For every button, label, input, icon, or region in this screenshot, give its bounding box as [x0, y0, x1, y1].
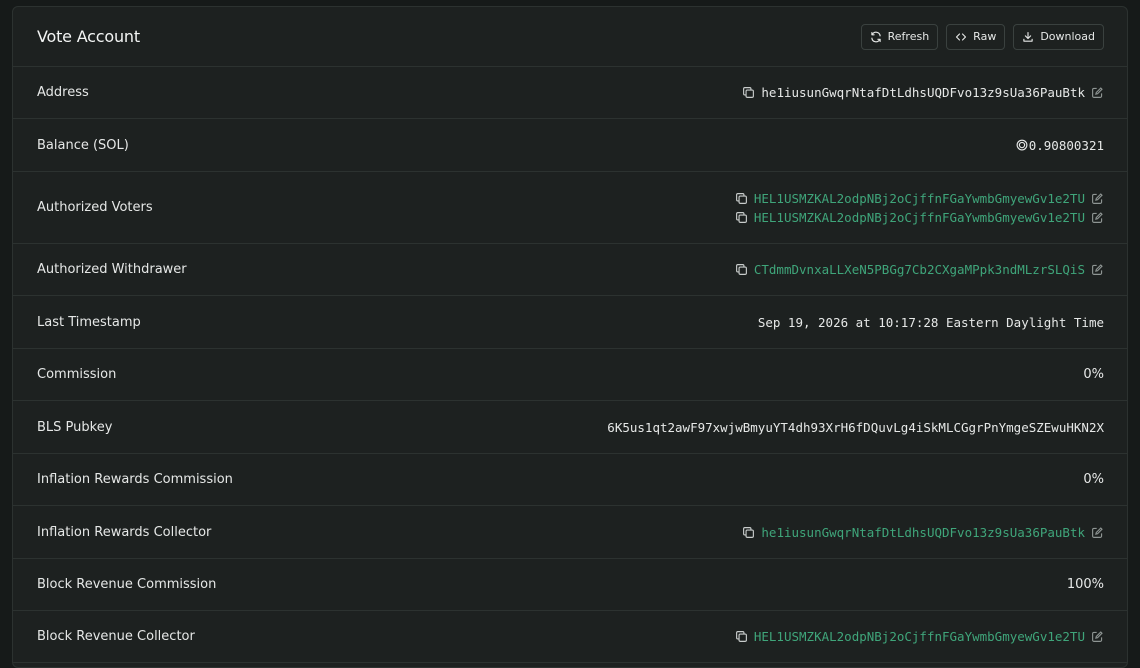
- row-balance: Balance (SOL) 0.90800321: [13, 119, 1127, 172]
- download-button[interactable]: Download: [1013, 23, 1104, 50]
- inflation-rewards-collector-link[interactable]: he1iusunGwqrNtafDtLdhsUQDFvo13z9sUa36Pau…: [761, 525, 1085, 540]
- raw-button[interactable]: Raw: [946, 23, 1006, 50]
- code-icon: [956, 32, 967, 41]
- copy-icon[interactable]: [735, 263, 748, 276]
- inflation-rewards-commission-value: 0%: [1083, 472, 1104, 487]
- address-value: he1iusunGwqrNtafDtLdhsUQDFvo13z9sUa36Pau…: [742, 85, 1104, 100]
- edit-icon[interactable]: [1091, 211, 1104, 224]
- header-actions: Refresh Raw Download: [860, 23, 1104, 50]
- sol-icon: [1016, 139, 1028, 151]
- last-timestamp-label: Last Timestamp: [37, 314, 141, 330]
- authorized-voter-link[interactable]: HEL1USMZKAL2odpNBj2oCjffnFGaYwmbGmyewGv1…: [754, 191, 1085, 206]
- row-bls-pubkey: BLS Pubkey 6K5us1qt2awF97xwjwBmyuYT4dh93…: [13, 401, 1127, 454]
- balance-text: 0.90800321: [1028, 137, 1104, 153]
- block-revenue-commission-value: 100%: [1066, 577, 1104, 592]
- edit-icon[interactable]: [1091, 526, 1104, 539]
- copy-icon[interactable]: [742, 86, 755, 99]
- block-revenue-collector-link[interactable]: HEL1USMZKAL2odpNBj2oCjffnFGaYwmbGmyewGv1…: [754, 629, 1085, 644]
- download-icon: [1023, 31, 1033, 42]
- bls-pubkey-value: 6K5us1qt2awF97xwjwBmyuYT4dh93XrH6fDQuvLg…: [607, 419, 1104, 435]
- inflation-rewards-commission-label: Inflation Rewards Commission: [37, 472, 233, 487]
- row-commission: Commission 0%: [13, 349, 1127, 401]
- last-timestamp-value: Sep 19, 2026 at 10:17:28 Eastern Dayligh…: [757, 314, 1104, 330]
- refresh-icon: [870, 31, 881, 42]
- address-label: Address: [37, 85, 89, 100]
- authorized-withdrawer-value: CTdmmDvnxaLLXeN5PBGg7Cb2CXgaMPpk3ndMLzrS…: [735, 262, 1104, 277]
- download-label: Download: [1040, 30, 1095, 43]
- authorized-voter-item: HEL1USMZKAL2odpNBj2oCjffnFGaYwmbGmyewGv1…: [735, 210, 1104, 225]
- inflation-rewards-collector-value: he1iusunGwqrNtafDtLdhsUQDFvo13z9sUa36Pau…: [742, 525, 1104, 540]
- row-inflation-rewards-commission: Inflation Rewards Commission 0%: [13, 454, 1127, 506]
- authorized-voters-label: Authorized Voters: [37, 200, 153, 215]
- authorized-voters-list: HEL1USMZKAL2odpNBj2oCjffnFGaYwmbGmyewGv1…: [735, 191, 1104, 225]
- row-authorized-voters: Authorized Voters HEL1USMZKAL2odpNBj2oCj…: [13, 172, 1127, 244]
- raw-label: Raw: [973, 30, 997, 43]
- row-block-revenue-commission: Block Revenue Commission 100%: [13, 559, 1127, 611]
- row-authorized-withdrawer: Authorized Withdrawer CTdmmDvnxaLLXeN5PB…: [13, 244, 1127, 296]
- card-header: Vote Account Refresh Raw Download: [13, 7, 1127, 67]
- address-text: he1iusunGwqrNtafDtLdhsUQDFvo13z9sUa36Pau…: [761, 85, 1085, 100]
- row-last-timestamp: Last Timestamp Sep 19, 2026 at 10:17:28 …: [13, 296, 1127, 349]
- edit-icon[interactable]: [1091, 263, 1104, 276]
- refresh-button[interactable]: Refresh: [860, 23, 939, 50]
- authorized-withdrawer-label: Authorized Withdrawer: [37, 262, 187, 277]
- edit-icon[interactable]: [1091, 630, 1104, 643]
- block-revenue-collector-value: HEL1USMZKAL2odpNBj2oCjffnFGaYwmbGmyewGv1…: [735, 629, 1104, 644]
- authorized-withdrawer-link[interactable]: CTdmmDvnxaLLXeN5PBGg7Cb2CXgaMPpk3ndMLzrS…: [754, 262, 1085, 277]
- copy-icon[interactable]: [735, 211, 748, 224]
- edit-icon[interactable]: [1091, 192, 1104, 205]
- bls-pubkey-label: BLS Pubkey: [37, 419, 113, 435]
- row-address: Address he1iusunGwqrNtafDtLdhsUQDFvo13z9…: [13, 67, 1127, 119]
- refresh-label: Refresh: [887, 30, 930, 43]
- commission-label: Commission: [37, 367, 117, 382]
- row-block-revenue-collector: Block Revenue Collector HEL1USMZKAL2odpN…: [13, 611, 1127, 663]
- block-revenue-collector-label: Block Revenue Collector: [37, 629, 195, 644]
- copy-icon[interactable]: [742, 526, 755, 539]
- row-inflation-rewards-collector: Inflation Rewards Collector he1iusunGwqr…: [13, 506, 1127, 559]
- page-title: Vote Account: [37, 27, 140, 46]
- copy-icon[interactable]: [735, 630, 748, 643]
- balance-value: 0.90800321: [1016, 138, 1104, 153]
- authorized-voter-item: HEL1USMZKAL2odpNBj2oCjffnFGaYwmbGmyewGv1…: [735, 191, 1104, 206]
- vote-account-card: Vote Account Refresh Raw Download Addres…: [12, 6, 1128, 668]
- inflation-rewards-collector-label: Inflation Rewards Collector: [37, 524, 212, 540]
- balance-label: Balance (SOL): [37, 137, 129, 153]
- authorized-voter-link[interactable]: HEL1USMZKAL2odpNBj2oCjffnFGaYwmbGmyewGv1…: [754, 210, 1085, 225]
- block-revenue-commission-label: Block Revenue Commission: [37, 577, 217, 592]
- edit-icon[interactable]: [1091, 86, 1104, 99]
- commission-value: 0%: [1083, 367, 1104, 382]
- copy-icon[interactable]: [735, 192, 748, 205]
